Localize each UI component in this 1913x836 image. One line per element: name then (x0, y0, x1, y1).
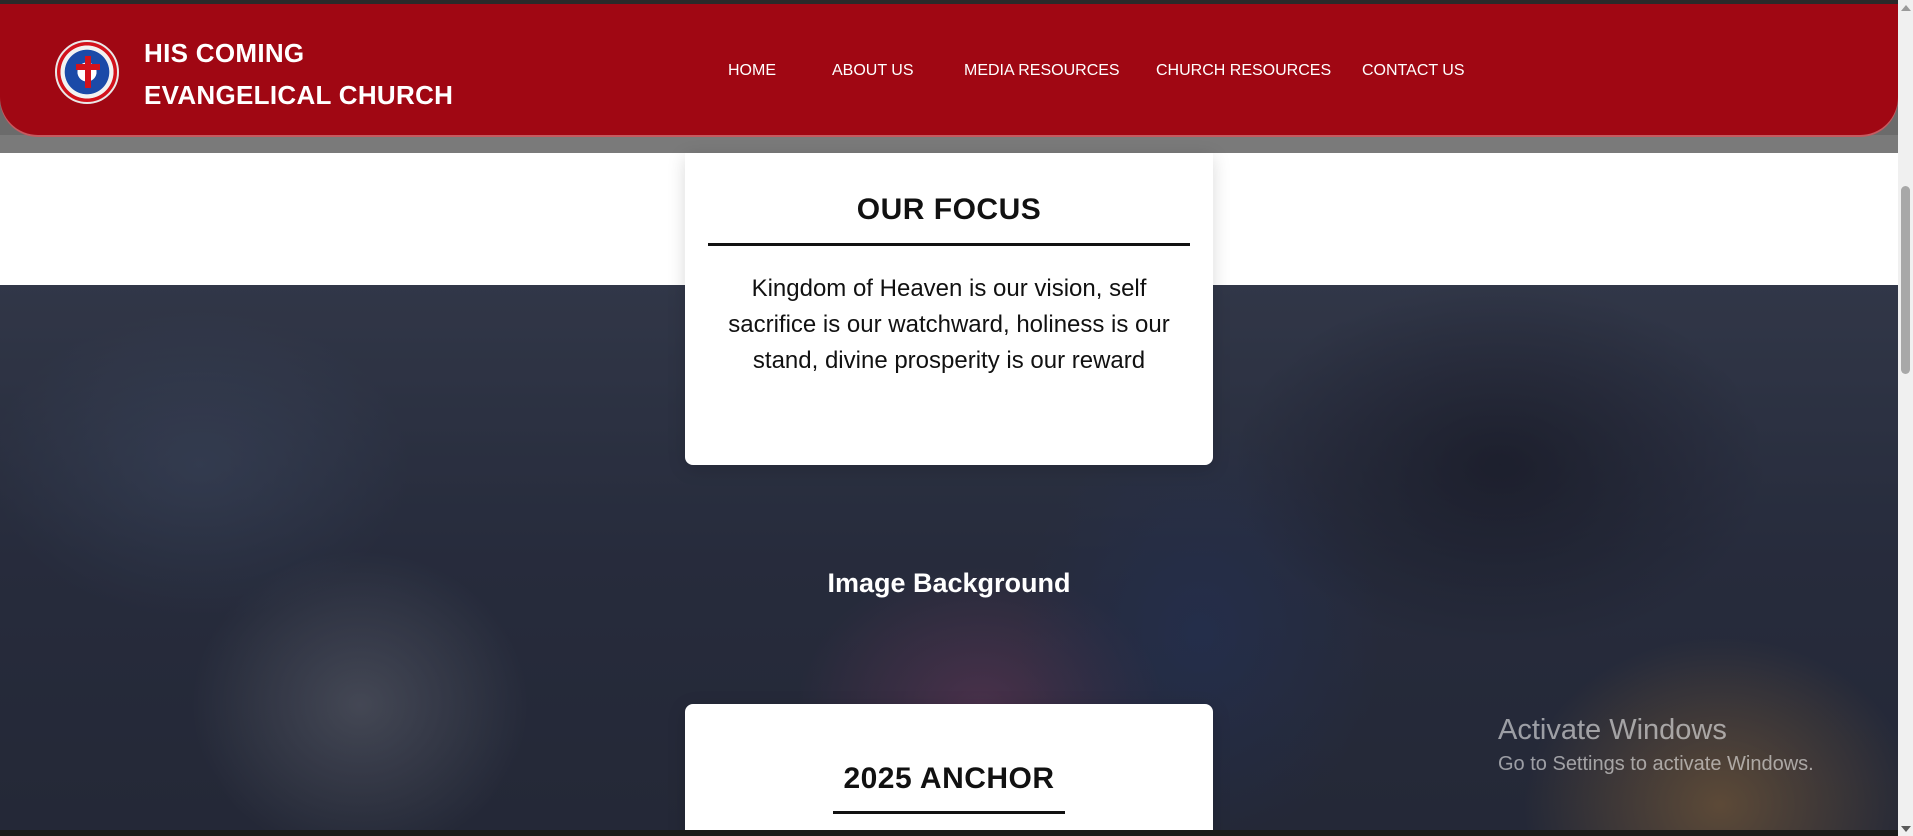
anchor-card: 2025 ANCHOR (685, 704, 1213, 836)
nav-about-us[interactable]: ABOUT US (832, 62, 914, 80)
vertical-scrollbar[interactable] (1898, 0, 1913, 836)
brand-line-2: EVANGELICAL CHURCH (144, 80, 454, 110)
church-logo-icon[interactable] (55, 40, 119, 104)
image-background-caption: Image Background (827, 568, 1071, 598)
logo-cross-horizontal (76, 64, 100, 70)
anchor-title: 2025 ANCHOR (843, 762, 1055, 795)
nav-media-resources[interactable]: MEDIA RESOURCES (964, 62, 1120, 80)
brand-line-1: HIS COMING (144, 38, 305, 68)
our-focus-title: OUR FOCUS (856, 193, 1042, 226)
brand-name[interactable]: HIS COMING EVANGELICAL CHURCH (144, 32, 453, 116)
nav-church-resources[interactable]: CHURCH RESOURCES (1156, 62, 1331, 80)
scroll-down-arrow-icon[interactable] (1901, 826, 1911, 832)
our-focus-card: OUR FOCUS Kingdom of Heaven is our visio… (685, 153, 1213, 465)
nav-contact-us[interactable]: CONTACT US (1362, 62, 1465, 80)
window-bottom-edge (0, 830, 1898, 836)
watermark-subtitle: Go to Settings to activate Windows. (1498, 753, 1814, 775)
windows-activation-watermark: Activate Windows Go to Settings to activ… (1498, 714, 1814, 776)
title-underline (708, 243, 1190, 246)
site-header: HIS COMING EVANGELICAL CHURCH HOME ABOUT… (0, 4, 1898, 135)
logo-cross-vertical (85, 56, 91, 88)
scroll-up-arrow-icon[interactable] (1901, 5, 1911, 11)
nav-home[interactable]: HOME (728, 62, 776, 80)
watermark-title: Activate Windows (1498, 714, 1727, 746)
our-focus-text: Kingdom of Heaven is our vision, self sa… (728, 275, 1170, 374)
scroll-thumb[interactable] (1901, 186, 1910, 374)
title-underline (833, 811, 1065, 814)
header-shadow-band (0, 135, 1898, 153)
